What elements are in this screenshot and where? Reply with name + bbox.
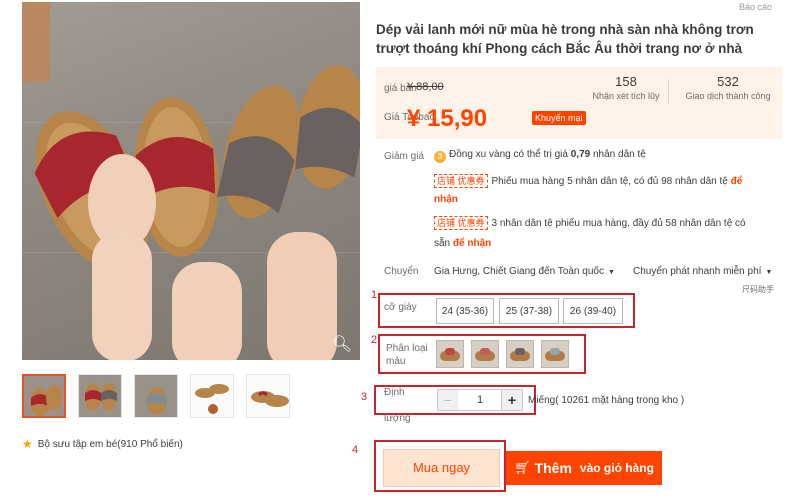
thumbnail[interactable] bbox=[134, 374, 178, 418]
shipping-origin: Gia Hưng, Chiết Giang đến Toàn quốc bbox=[434, 266, 604, 277]
shipping-origin-select[interactable]: Gia Hưng, Chiết Giang đến Toàn quốc ▼ bbox=[434, 266, 615, 277]
transactions-stat[interactable]: 532 Giao dịch thành công bbox=[674, 74, 782, 101]
price-panel: giá bán ¥ 88,00 Giá Taobao ¥ 15,90 Khuyế… bbox=[376, 67, 782, 139]
report-link[interactable]: Báo cáo bbox=[739, 2, 772, 12]
transactions-label: Giao dịch thành công bbox=[685, 91, 771, 101]
slippers-illustration bbox=[34, 65, 360, 360]
stock-info: Miếng( 10261 mặt hàng trong kho ) bbox=[528, 395, 685, 406]
annotation-number: 3 bbox=[361, 391, 368, 403]
promo-badge: Khuyến mại bbox=[532, 111, 586, 125]
size-option[interactable]: 24 (35-36) bbox=[436, 298, 494, 324]
coin-value: 0,79 bbox=[570, 149, 591, 160]
coin-line: 3 Đồng xu vàng có thể trị giá 0,79 nhân d… bbox=[434, 149, 646, 163]
caret-down-icon: ▼ bbox=[765, 269, 773, 276]
coupon-2-claim-link[interactable]: để nhận bbox=[453, 238, 491, 249]
reviews-stat[interactable]: 158 Nhận xét tích lũy bbox=[584, 74, 668, 101]
annotation-number: 4 bbox=[352, 444, 359, 456]
original-price: ¥ 88,00 bbox=[407, 81, 444, 93]
product-title: Dép vải lanh mới nữ mùa hè trong nhà sàn… bbox=[376, 22, 754, 56]
shipping-method: Chuyển phát nhanh miễn phí bbox=[633, 266, 762, 277]
thumbnail[interactable] bbox=[246, 374, 290, 418]
quantity-label-line: lượng bbox=[384, 413, 411, 424]
size-option[interactable]: 25 (37-38) bbox=[499, 298, 559, 324]
coupon-tag: 店铺 优惠券 bbox=[434, 216, 488, 230]
leg bbox=[267, 232, 337, 360]
coupon-tag: 店铺 优惠券 bbox=[434, 174, 488, 188]
coupon-2-text-cont: sẵn bbox=[434, 238, 453, 249]
shipping-method-select[interactable]: Chuyển phát nhanh miễn phí ▼ bbox=[633, 266, 772, 277]
annotation-number: 1 bbox=[371, 289, 378, 301]
variant-option[interactable] bbox=[436, 340, 464, 368]
thumbnail[interactable] bbox=[190, 374, 234, 418]
thumbnail-strip bbox=[22, 374, 290, 418]
quantity-increment-button[interactable]: + bbox=[501, 389, 523, 411]
leg bbox=[172, 262, 242, 360]
transactions-count: 532 bbox=[717, 74, 739, 89]
add-cart-label-prefix: Thêm bbox=[534, 460, 572, 476]
stat-divider bbox=[668, 79, 669, 103]
discount-label: Giảm giá bbox=[384, 151, 425, 162]
grey-slipper bbox=[295, 65, 360, 189]
variant-option[interactable] bbox=[471, 340, 499, 368]
quantity-label-line: Định bbox=[384, 387, 405, 398]
favorite-link[interactable]: ★ Bộ sưu tập em bé(910 Phổ biến) bbox=[22, 437, 183, 451]
variant-label: Phân loại màu bbox=[386, 342, 428, 368]
size-helper-link[interactable]: 尺码助手 bbox=[742, 284, 774, 295]
annotation-number: 2 bbox=[371, 334, 378, 346]
search-icon[interactable]: 🔍︎ bbox=[332, 334, 352, 354]
variant-option[interactable] bbox=[541, 340, 569, 368]
variant-label-line: màu bbox=[386, 356, 406, 367]
coupon-2-cont: sẵn để nhận bbox=[434, 238, 491, 249]
leg bbox=[92, 232, 152, 360]
caret-down-icon: ▼ bbox=[607, 269, 615, 276]
coupon-2: 店铺 优惠券 3 nhân dân tệ phiếu mua hàng, đầy … bbox=[434, 216, 746, 230]
coupon-1-claim-link[interactable]: để bbox=[731, 176, 743, 187]
size-label: cỡ giày bbox=[384, 302, 417, 313]
variant-option[interactable] bbox=[506, 340, 534, 368]
variant-label-line: Phân loại bbox=[386, 343, 428, 354]
coupon-2-text: 3 nhân dân tệ phiếu mua hàng, đầy đủ 58 … bbox=[491, 218, 746, 229]
taobao-price: ¥ 15,90 bbox=[407, 105, 488, 132]
quantity-decrement-button[interactable]: − bbox=[437, 389, 459, 411]
shipping-label: Chuyển bbox=[384, 266, 419, 277]
coupon-1: 店铺 优惠券 Phiếu mua hàng 5 nhân dân tệ, có đ… bbox=[434, 174, 742, 188]
coupon-1-cont: nhận bbox=[434, 194, 458, 205]
product-main-image[interactable]: 🔍︎ bbox=[22, 2, 360, 360]
size-option[interactable]: 26 (39-40) bbox=[563, 298, 623, 324]
coin-text: Đồng xu vàng có thể trị giá bbox=[449, 149, 571, 160]
thumbnail[interactable] bbox=[22, 374, 66, 418]
cart-icon: 🛒︎ bbox=[514, 460, 531, 475]
buy-now-button[interactable]: Mua ngay bbox=[383, 449, 500, 487]
coupon-1-claim-link-cont[interactable]: nhận bbox=[434, 194, 458, 205]
favorite-label: Bộ sưu tập em bé(910 Phổ biến) bbox=[37, 438, 183, 450]
coupon-1-text: Phiếu mua hàng 5 nhân dân tệ, có đủ 98 n… bbox=[491, 176, 731, 187]
reviews-count: 158 bbox=[615, 74, 637, 89]
thumbnail[interactable] bbox=[78, 374, 122, 418]
quantity-input[interactable]: 1 bbox=[458, 389, 502, 411]
reviews-label: Nhận xét tích lũy bbox=[592, 91, 660, 101]
add-cart-label: vào giỏ hàng bbox=[579, 461, 654, 475]
coin-icon: 3 bbox=[434, 151, 446, 163]
quantity-label: Định lượng bbox=[384, 386, 411, 426]
coin-unit: nhân dân tệ bbox=[590, 149, 646, 160]
star-icon: ★ bbox=[22, 437, 33, 451]
add-to-cart-button[interactable]: 🛒︎ Thêm vào giỏ hàng bbox=[506, 451, 662, 485]
